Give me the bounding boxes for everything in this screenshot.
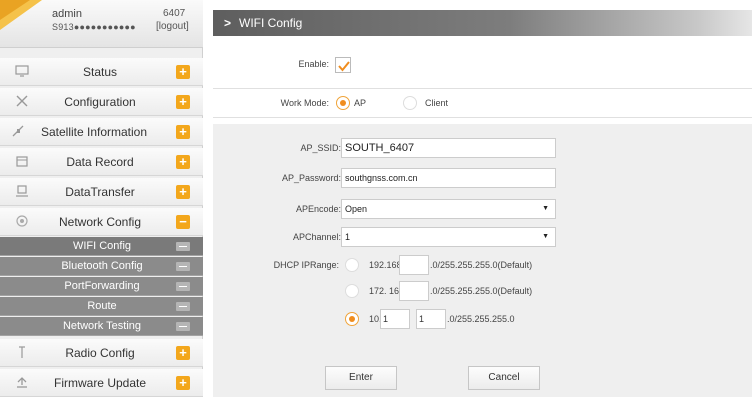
minus-icon xyxy=(176,282,190,291)
main-content: > WIFI Config Enable: Work Mode: AP Clie… xyxy=(203,0,752,397)
page-title: WIFI Config xyxy=(239,16,303,30)
ribbon-logo xyxy=(0,0,42,30)
ssid-input[interactable]: SOUTH_6407 xyxy=(341,138,556,158)
enable-row: Enable: xyxy=(213,44,752,84)
sidebar-item-satellite-information[interactable]: Satellite Information + xyxy=(0,118,203,146)
expand-icon[interactable]: + xyxy=(176,376,190,390)
calendar-icon xyxy=(14,154,30,170)
sidebar-item-status[interactable]: Status + xyxy=(0,58,203,86)
checkmark-icon xyxy=(338,61,350,72)
sidebar-item-datatransfer[interactable]: DataTransfer + xyxy=(0,178,203,206)
ssid-label: AP_SSID: xyxy=(300,143,341,153)
sidebar-subitem-portforwarding[interactable]: PortForwarding xyxy=(0,277,203,296)
dropdown-arrow-icon: ▼ xyxy=(542,233,549,240)
dhcp-10-radio[interactable] xyxy=(345,312,359,326)
logout-link[interactable]: [logout] xyxy=(156,21,189,32)
enable-checkbox[interactable] xyxy=(335,57,351,73)
work-mode-client-radio[interactable] xyxy=(403,96,417,110)
sidebar-item-label: Radio Config xyxy=(65,346,135,360)
dhcp-10-octet3-input[interactable]: 1 xyxy=(416,309,446,329)
minus-icon xyxy=(176,262,190,271)
sidebar-subitem-wifi-config[interactable]: WIFI Config xyxy=(0,237,203,256)
minus-icon xyxy=(176,322,190,331)
channel-label: APChannel: xyxy=(292,232,341,242)
sidebar-item-data-record[interactable]: Data Record + xyxy=(0,148,203,176)
sidebar-item-network-config[interactable]: Network Config − xyxy=(0,208,203,236)
monitor-icon xyxy=(14,64,30,80)
minus-icon xyxy=(176,302,190,311)
work-mode-ap-radio[interactable] xyxy=(336,96,350,110)
sidebar-subitem-label: Network Testing xyxy=(62,320,142,332)
encode-select[interactable]: Open ▼ xyxy=(341,199,556,219)
expand-icon[interactable]: + xyxy=(176,346,190,360)
expand-icon[interactable]: + xyxy=(176,65,190,79)
page-header: > WIFI Config xyxy=(213,10,752,36)
minus-icon xyxy=(176,242,190,251)
sidebar: admin S913●●●●●●●●●●● 6407 [logout] Stat… xyxy=(0,0,203,397)
password-label: AP_Password: xyxy=(281,173,341,183)
dhcp-label: DHCP IPRange: xyxy=(273,260,339,270)
chevron-right-icon: > xyxy=(224,16,232,30)
sidebar-item-label: Satellite Information xyxy=(40,125,148,139)
dhcp-172-suffix: .0/255.255.255.0(Default) xyxy=(430,286,533,296)
sidebar-subitem-label: Bluetooth Config xyxy=(61,260,143,272)
sidebar-subitem-network-testing[interactable]: Network Testing xyxy=(0,317,203,336)
sidebar-item-label: Data Record xyxy=(66,155,134,169)
encode-select-value: Open xyxy=(345,204,368,214)
password-input[interactable]: southgnss.com.cn xyxy=(341,168,556,188)
work-mode-ap-label: AP xyxy=(354,98,367,108)
serial-number: S913●●●●●●●●●●● xyxy=(52,22,136,32)
sidebar-subitem-label: PortForwarding xyxy=(64,280,140,292)
enable-label: Enable: xyxy=(298,59,329,69)
sidebar-subitem-route[interactable]: Route xyxy=(0,297,203,316)
transfer-icon xyxy=(14,184,30,200)
tools-icon xyxy=(14,94,30,110)
sidebar-item-radio-config[interactable]: Radio Config + xyxy=(0,339,203,367)
expand-icon[interactable]: + xyxy=(176,95,190,109)
dhcp-10-octet2-input[interactable]: 1 xyxy=(380,309,410,329)
dhcp-10-suffix: .0/255.255.255.0 xyxy=(447,314,515,324)
username: admin xyxy=(52,8,82,20)
expand-icon[interactable]: + xyxy=(176,155,190,169)
dhcp-192-radio[interactable] xyxy=(345,258,359,272)
collapse-icon[interactable]: − xyxy=(176,215,190,229)
dropdown-arrow-icon: ▼ xyxy=(542,205,549,212)
encode-label: APEncode: xyxy=(295,204,341,214)
dhcp-172-radio[interactable] xyxy=(345,284,359,298)
dhcp-192-octet-input[interactable] xyxy=(399,255,429,275)
sidebar-subitem-label: Route xyxy=(87,300,117,312)
sidebar-item-label: Firmware Update xyxy=(53,376,147,390)
globe-icon xyxy=(14,214,30,230)
sidebar-item-label: DataTransfer xyxy=(65,185,135,199)
sidebar-item-label: Status xyxy=(82,65,118,79)
dhcp-172-prefix: 172. 16. xyxy=(369,286,402,296)
ap-config-panel: AP_SSID: SOUTH_6407 AP_Password: southgn… xyxy=(213,124,752,397)
work-mode-client-label: Client xyxy=(425,98,449,108)
sidebar-subitem-bluetooth-config[interactable]: Bluetooth Config xyxy=(0,257,203,276)
device-id: 6407 xyxy=(163,8,186,19)
sidebar-item-firmware-update[interactable]: Firmware Update + xyxy=(0,369,203,397)
work-mode-label: Work Mode: xyxy=(280,98,329,108)
cancel-button[interactable]: Cancel xyxy=(468,366,540,390)
work-mode-row: Work Mode: AP Client xyxy=(213,88,752,118)
expand-icon[interactable]: + xyxy=(176,185,190,199)
upload-icon xyxy=(14,375,30,391)
sidebar-item-configuration[interactable]: Configuration + xyxy=(0,88,203,116)
antenna-icon xyxy=(14,345,30,361)
enter-button[interactable]: Enter xyxy=(325,366,397,390)
expand-icon[interactable]: + xyxy=(176,125,190,139)
dhcp-172-octet-input[interactable] xyxy=(399,281,429,301)
sidebar-item-label: Configuration xyxy=(64,95,136,109)
sidebar-subitem-label: WIFI Config xyxy=(72,240,132,252)
channel-select[interactable]: 1 ▼ xyxy=(341,227,556,247)
channel-select-value: 1 xyxy=(345,232,351,242)
dhcp-192-suffix: .0/255.255.255.0(Default) xyxy=(430,260,533,270)
user-panel: admin S913●●●●●●●●●●● 6407 [logout] xyxy=(0,0,203,48)
sidebar-item-label: Network Config xyxy=(58,215,142,229)
